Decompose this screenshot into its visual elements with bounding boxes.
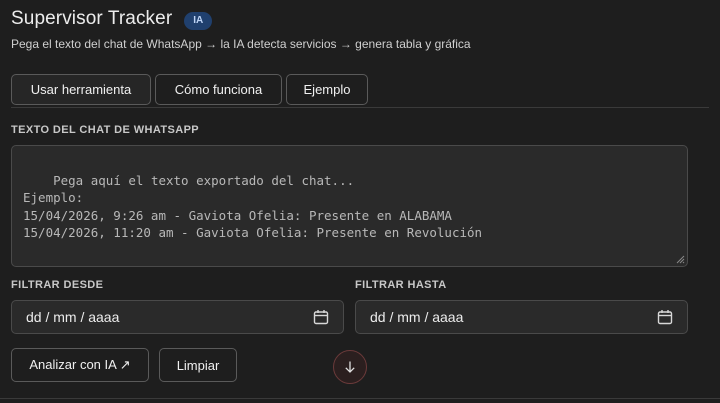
page-title: Supervisor Tracker [11, 8, 173, 29]
chat-textarea-placeholder: Pega aquí el texto exportado del chat...… [23, 172, 483, 241]
date-to-value: dd / mm / aaaa [370, 309, 464, 325]
calendar-icon[interactable] [313, 309, 329, 325]
arrow-down-icon [345, 361, 355, 373]
filter-to-label: FILTRAR HASTA [355, 279, 447, 291]
date-from-value: dd / mm / aaaa [26, 309, 120, 325]
chat-input-label: TEXTO DEL CHAT DE WHATSAPP [11, 124, 200, 136]
supervisor-tracker-page: Supervisor Tracker IA Pega el texto del … [0, 0, 720, 403]
resize-handle-icon[interactable] [675, 254, 685, 264]
divider [11, 107, 709, 108]
bottom-divider [0, 398, 720, 399]
scroll-down-button[interactable] [333, 350, 367, 384]
header: Supervisor Tracker IA [11, 8, 213, 30]
tab-como-funciona[interactable]: Cómo funciona [155, 74, 282, 105]
ia-badge: IA [184, 11, 213, 30]
analyze-button[interactable]: Analizar con IA ↗ [11, 348, 149, 382]
tab-usar-herramienta[interactable]: Usar herramienta [11, 74, 151, 105]
calendar-icon[interactable] [657, 309, 673, 325]
filter-from-label: FILTRAR DESDE [11, 279, 104, 291]
page-subtitle: Pega el texto del chat de WhatsApp → la … [11, 37, 471, 51]
date-from-input[interactable]: dd / mm / aaaa [11, 300, 344, 334]
tab-ejemplo[interactable]: Ejemplo [286, 74, 368, 105]
tab-bar: Usar herramienta Cómo funciona Ejemplo [11, 74, 368, 105]
clear-button[interactable]: Limpiar [159, 348, 237, 382]
chat-textarea[interactable]: Pega aquí el texto exportado del chat...… [11, 145, 688, 267]
date-to-input[interactable]: dd / mm / aaaa [355, 300, 688, 334]
